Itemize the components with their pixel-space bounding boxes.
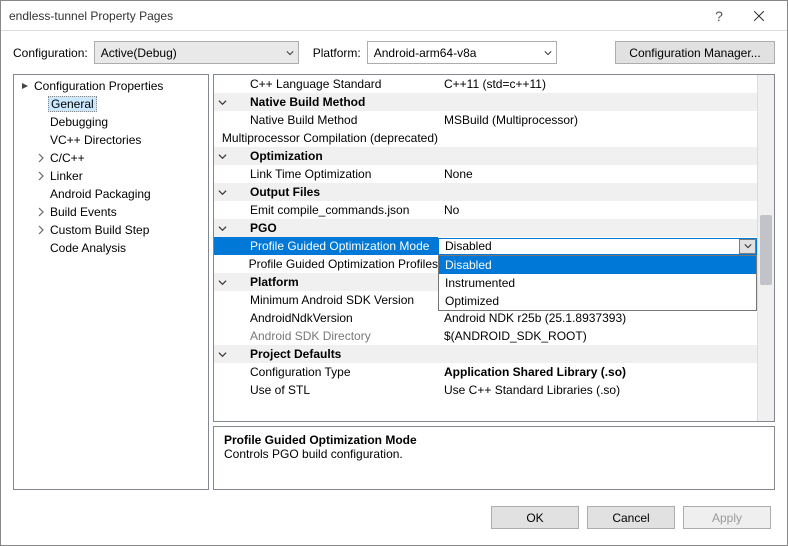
help-icon[interactable]: ?: [699, 1, 739, 31]
configuration-manager-button[interactable]: Configuration Manager...: [615, 41, 775, 64]
titlebar: endless-tunnel Property Pages ?: [1, 1, 787, 31]
property-value[interactable]: [438, 219, 757, 237]
collapse-icon: [214, 98, 230, 107]
collapse-icon: [214, 278, 230, 287]
configuration-select[interactable]: Active(Debug): [94, 41, 299, 64]
property-name: Native Build Method: [250, 113, 357, 127]
property-value[interactable]: None: [438, 165, 757, 183]
collapse-icon: [214, 224, 230, 233]
property-value[interactable]: No: [438, 201, 757, 219]
property-group[interactable]: Optimization: [214, 147, 757, 165]
description-box: Profile Guided Optimization Mode Control…: [213, 426, 775, 490]
tree-item[interactable]: General: [14, 95, 208, 113]
expand-icon: [34, 171, 48, 181]
dialog-footer: OK Cancel Apply: [1, 490, 787, 529]
tree-root[interactable]: Configuration Properties: [14, 77, 208, 95]
property-name: Native Build Method: [250, 95, 365, 109]
property-row[interactable]: Multiprocessor Compilation (deprecated): [214, 129, 757, 147]
property-name: Project Defaults: [250, 347, 341, 361]
property-row[interactable]: Configuration Type Application Shared Lib…: [214, 363, 757, 381]
property-row[interactable]: Use of STL Use C++ Standard Libraries (.s…: [214, 381, 757, 399]
tree-item[interactable]: Custom Build Step: [14, 221, 208, 239]
property-name: Android SDK Directory: [250, 329, 371, 343]
collapse-icon: [214, 188, 230, 197]
property-grid[interactable]: C++ Language Standard C++11 (std=c++11) Na…: [213, 74, 775, 422]
ok-button[interactable]: OK: [491, 506, 579, 529]
nav-tree[interactable]: Configuration Properties GeneralDebuggin…: [13, 74, 209, 490]
property-row[interactable]: Emit compile_commands.json No: [214, 201, 757, 219]
property-name: Link Time Optimization: [250, 167, 371, 181]
property-value[interactable]: [438, 345, 757, 363]
dropdown-option[interactable]: Disabled: [439, 256, 756, 274]
property-name: Profile Guided Optimization Mode: [250, 239, 429, 253]
collapse-icon: [214, 350, 230, 359]
property-row[interactable]: C++ Language Standard C++11 (std=c++11): [214, 75, 757, 93]
property-name: Platform: [250, 275, 299, 289]
expand-icon: [34, 207, 48, 217]
tree-item[interactable]: C/C++: [14, 149, 208, 167]
configuration-value: Active(Debug): [101, 46, 177, 60]
dropdown-button[interactable]: [739, 239, 756, 254]
apply-button[interactable]: Apply: [683, 506, 771, 529]
tree-item[interactable]: Debugging: [14, 113, 208, 131]
property-value[interactable]: Application Shared Library (.so): [438, 363, 757, 381]
collapse-icon: [214, 152, 230, 161]
property-group[interactable]: Native Build Method: [214, 93, 757, 111]
property-name: C++ Language Standard: [250, 77, 381, 91]
property-row[interactable]: Link Time Optimization None: [214, 165, 757, 183]
tree-item[interactable]: Linker: [14, 167, 208, 185]
chevron-down-icon: [544, 46, 552, 60]
property-value[interactable]: [438, 129, 757, 147]
configuration-label: Configuration:: [13, 46, 88, 60]
property-value[interactable]: $(ANDROID_SDK_ROOT): [438, 327, 757, 345]
collapse-icon: [18, 81, 32, 91]
property-value[interactable]: [438, 147, 757, 165]
property-row[interactable]: Profile Guided Optimization Mode Disabled: [214, 237, 757, 255]
tree-item[interactable]: Code Analysis: [14, 239, 208, 257]
tree-item[interactable]: VC++ Directories: [14, 131, 208, 149]
scroll-thumb[interactable]: [760, 215, 772, 285]
property-name: Minimum Android SDK Version: [250, 293, 414, 307]
property-group[interactable]: PGO: [214, 219, 757, 237]
property-value[interactable]: Android NDK r25b (25.1.8937393): [438, 309, 757, 327]
cancel-button[interactable]: Cancel: [587, 506, 675, 529]
property-group[interactable]: Output Files: [214, 183, 757, 201]
platform-value: Android-arm64-v8a: [374, 46, 477, 60]
property-name: Profile Guided Optimization Profiles: [249, 257, 438, 271]
property-name: Emit compile_commands.json: [250, 203, 409, 217]
dropdown-option[interactable]: Instrumented: [439, 274, 756, 292]
config-row: Configuration: Active(Debug) Platform: A…: [1, 31, 787, 74]
property-value[interactable]: Use C++ Standard Libraries (.so): [438, 381, 757, 399]
property-name: Use of STL: [250, 383, 310, 397]
property-value[interactable]: MSBuild (Multiprocessor): [438, 111, 757, 129]
property-name: Output Files: [250, 185, 320, 199]
property-name: AndroidNdkVersion: [250, 311, 353, 325]
property-name: Optimization: [250, 149, 323, 163]
expand-icon: [34, 153, 48, 163]
platform-label: Platform:: [313, 46, 361, 60]
scrollbar[interactable]: [757, 75, 774, 421]
property-row[interactable]: Android SDK Directory $(ANDROID_SDK_ROOT): [214, 327, 757, 345]
property-row[interactable]: AndroidNdkVersion Android NDK r25b (25.1.…: [214, 309, 757, 327]
property-name: Multiprocessor Compilation (deprecated): [222, 131, 438, 145]
expand-icon: [34, 225, 48, 235]
property-name: PGO: [250, 221, 277, 235]
window-title: endless-tunnel Property Pages: [9, 9, 699, 23]
dropdown-option[interactable]: Optimized: [439, 292, 756, 310]
property-value[interactable]: [438, 183, 757, 201]
property-group[interactable]: Project Defaults: [214, 345, 757, 363]
tree-item[interactable]: Android Packaging: [14, 185, 208, 203]
description-text: Controls PGO build configuration.: [224, 447, 764, 461]
property-value[interactable]: Disabled: [438, 238, 757, 255]
property-name: Configuration Type: [250, 365, 351, 379]
chevron-down-icon: [286, 46, 294, 60]
tree-item[interactable]: Build Events: [14, 203, 208, 221]
pgo-mode-dropdown[interactable]: DisabledInstrumentedOptimized: [438, 255, 757, 311]
property-row[interactable]: Native Build Method MSBuild (Multiprocess…: [214, 111, 757, 129]
property-value[interactable]: [438, 93, 757, 111]
close-icon[interactable]: [739, 1, 779, 31]
platform-select[interactable]: Android-arm64-v8a: [367, 41, 557, 64]
property-value[interactable]: C++11 (std=c++11): [438, 75, 757, 93]
description-title: Profile Guided Optimization Mode: [224, 433, 764, 447]
